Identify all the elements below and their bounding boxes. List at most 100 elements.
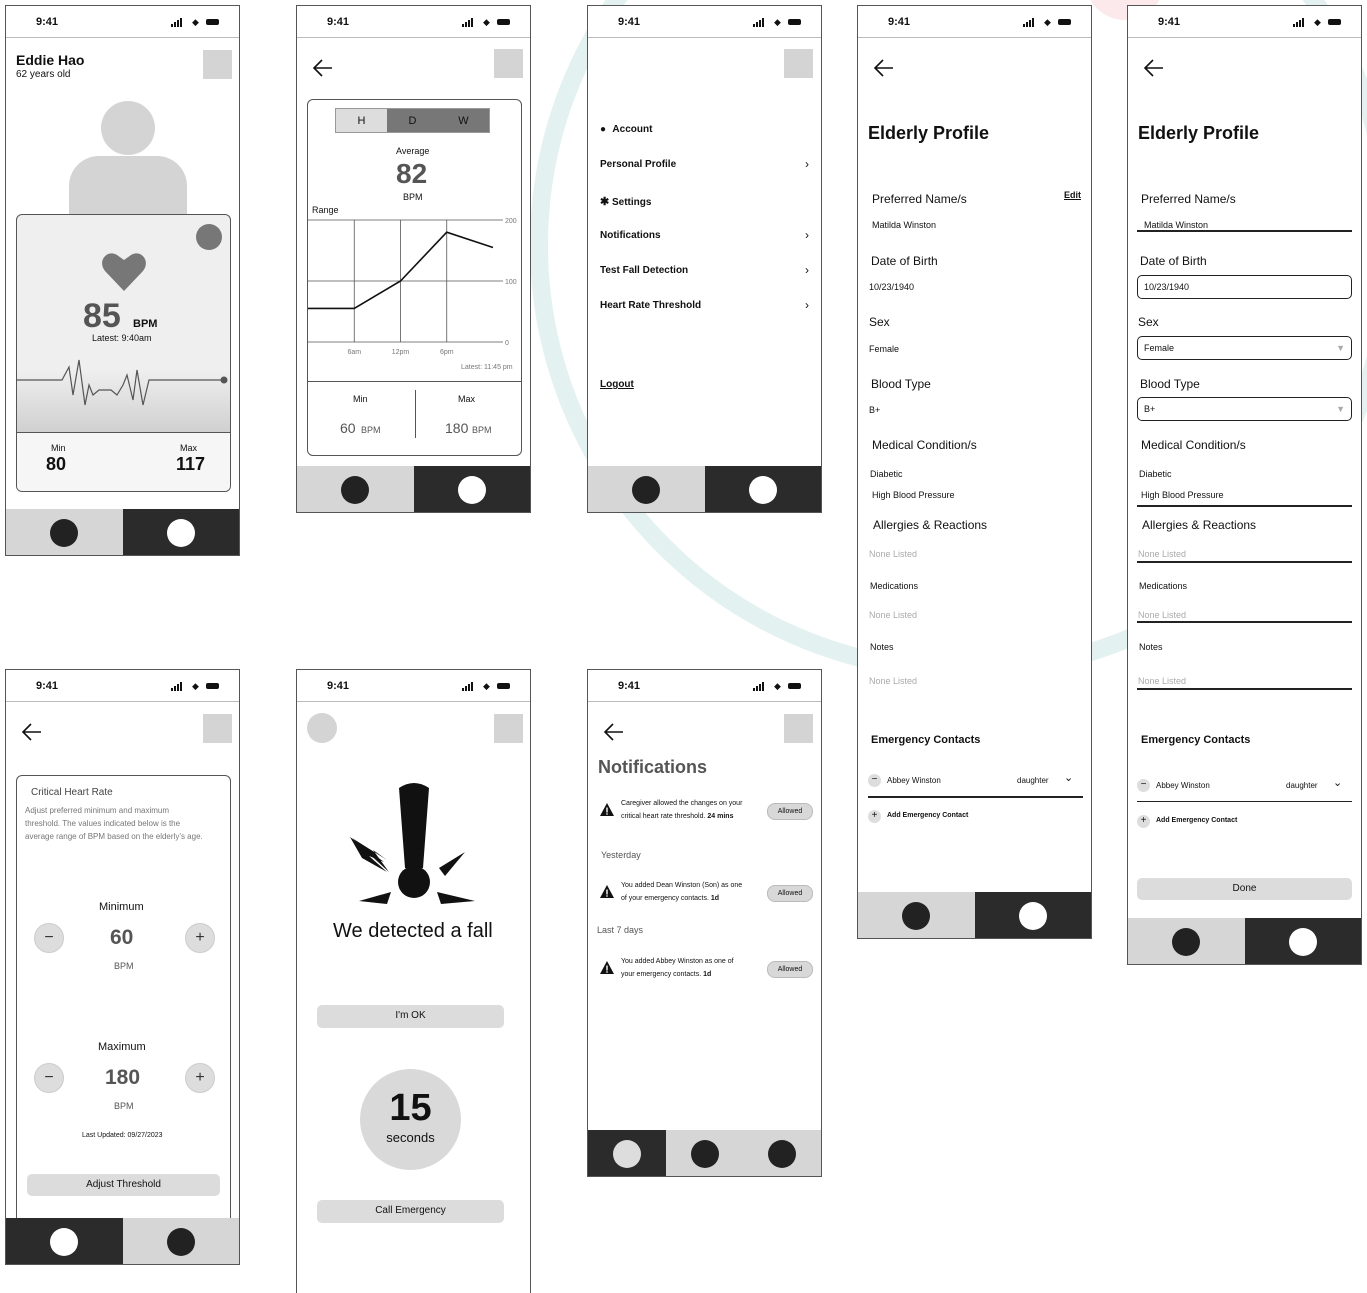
nav-tab-3[interactable] bbox=[743, 1130, 821, 1176]
chevron-down-icon[interactable]: ⌄ bbox=[1064, 771, 1073, 784]
logout-link[interactable]: Logout bbox=[600, 379, 809, 390]
nav-tab-1[interactable] bbox=[588, 1130, 666, 1176]
notification-1-text: critical heart rate threshold. bbox=[621, 813, 706, 820]
nav-tab-2[interactable] bbox=[665, 1130, 744, 1176]
status-time: 9:41 bbox=[36, 680, 59, 692]
dob-input[interactable]: 10/23/1940 bbox=[1137, 275, 1352, 299]
menu-hr-threshold[interactable]: Heart Rate Threshold › bbox=[600, 298, 809, 312]
nav-tab-home[interactable] bbox=[858, 892, 975, 938]
call-emergency-button[interactable]: Call Emergency bbox=[317, 1200, 504, 1223]
medical-input-1[interactable]: Diabetic bbox=[1139, 469, 1172, 479]
nav-tab-menu[interactable] bbox=[704, 466, 821, 512]
fall-detected-screen: 9:41 ◆ We detected a fall I'm OK 15 seco… bbox=[296, 669, 531, 1293]
preferred-name-input[interactable]: Matilda Winston bbox=[1144, 220, 1208, 230]
status-time: 9:41 bbox=[888, 16, 911, 28]
nav-tab-menu[interactable] bbox=[122, 1218, 239, 1264]
allergies-label: Allergies & Reactions bbox=[1142, 518, 1257, 532]
chevron-down-icon[interactable]: ⌄ bbox=[1333, 776, 1342, 789]
back-arrow-icon[interactable] bbox=[20, 720, 44, 744]
nav-tab-home[interactable] bbox=[588, 466, 705, 512]
status-icons: ◆ bbox=[1293, 16, 1343, 28]
bottom-nav bbox=[588, 466, 821, 512]
profile-photo-placeholder[interactable] bbox=[784, 714, 813, 743]
avatar-placeholder[interactable] bbox=[307, 713, 337, 743]
adjust-threshold-button[interactable]: Adjust Threshold bbox=[27, 1174, 220, 1196]
min-value: 80 bbox=[46, 454, 67, 474]
bpm-unit: BPM bbox=[133, 318, 158, 330]
back-arrow-icon[interactable] bbox=[872, 56, 896, 80]
status-icons: ◆ bbox=[753, 16, 803, 28]
history-card: H D W Average 82 BPM Range 200 100 0 6am 12p… bbox=[307, 99, 522, 456]
nav-tab-home[interactable] bbox=[1128, 918, 1245, 964]
done-button[interactable]: Done bbox=[1137, 878, 1352, 900]
back-arrow-icon[interactable] bbox=[311, 56, 335, 80]
nav-menu-icon bbox=[166, 1228, 195, 1256]
add-contact-link[interactable]: Add Emergency Contact bbox=[887, 812, 968, 819]
nav-tab-menu[interactable] bbox=[122, 509, 239, 555]
contact-remove-icon[interactable]: − bbox=[1137, 779, 1150, 792]
battery-icon bbox=[788, 683, 801, 689]
menu-test-fall[interactable]: Test Fall Detection › bbox=[600, 263, 809, 277]
maximum-increase-button[interactable]: + bbox=[185, 1063, 215, 1093]
notification-1-time: 24 mins bbox=[707, 813, 734, 820]
add-contact-link[interactable]: Add Emergency Contact bbox=[1156, 817, 1237, 824]
sex-select[interactable]: Female ▼ bbox=[1137, 336, 1352, 360]
nav-tab-menu[interactable] bbox=[413, 466, 530, 512]
maximum-decrease-button[interactable]: − bbox=[34, 1063, 64, 1093]
range-tabs: H D W bbox=[335, 108, 490, 133]
nav-tab-home[interactable] bbox=[6, 1218, 123, 1264]
notification-2-line2: of your emergency contacts. 1d bbox=[621, 895, 719, 902]
ecg-waveform bbox=[17, 359, 228, 406]
contact-remove-icon[interactable]: − bbox=[868, 774, 881, 787]
average-unit: BPM bbox=[403, 192, 423, 202]
sex-label: Sex bbox=[869, 315, 890, 329]
nav-tab-menu[interactable] bbox=[1244, 918, 1361, 964]
menu-notifications[interactable]: Notifications › bbox=[600, 228, 809, 242]
nav-tab-menu[interactable] bbox=[974, 892, 1091, 938]
wifi-icon: ◆ bbox=[774, 681, 781, 691]
maximum-label: Maximum bbox=[98, 1041, 146, 1053]
im-ok-button[interactable]: I'm OK bbox=[317, 1005, 504, 1028]
notes-input[interactable]: None Listed bbox=[1138, 676, 1186, 686]
status-time: 9:41 bbox=[618, 16, 641, 28]
threshold-screen: 9:41 ◆ Critical Heart Rate Adjust prefer… bbox=[5, 669, 240, 1265]
back-arrow-icon[interactable] bbox=[1142, 56, 1166, 80]
add-contact-icon[interactable]: + bbox=[1137, 815, 1150, 828]
allowed-badge[interactable]: Allowed bbox=[767, 803, 813, 820]
notes-value: None Listed bbox=[869, 676, 918, 686]
tab-week[interactable]: W bbox=[438, 109, 489, 132]
medications-input[interactable]: None Listed bbox=[1138, 610, 1186, 620]
wifi-icon: ◆ bbox=[774, 17, 781, 27]
menu-personal-profile[interactable]: Personal Profile › bbox=[600, 157, 809, 171]
minimum-unit: BPM bbox=[114, 961, 134, 971]
minimum-decrease-button[interactable]: − bbox=[34, 923, 64, 953]
profile-photo-placeholder[interactable] bbox=[784, 49, 813, 78]
profile-photo-placeholder[interactable] bbox=[203, 714, 232, 743]
profile-photo-placeholder[interactable] bbox=[203, 50, 232, 79]
nav-tab-home[interactable] bbox=[6, 509, 123, 555]
notification-1-line2: critical heart rate threshold. 24 mins bbox=[621, 813, 733, 820]
status-indicator[interactable] bbox=[196, 224, 222, 250]
minimum-increase-button[interactable]: + bbox=[185, 923, 215, 953]
home-screen: 9:41 ◆ Eddie Hao 62 years old 85 BPM Lat… bbox=[5, 5, 240, 556]
preferred-name-label: Preferred Name/s bbox=[1141, 192, 1236, 206]
user-name: Eddie Hao bbox=[16, 52, 85, 68]
medical-underline bbox=[1137, 505, 1352, 507]
medical-input-2[interactable]: High Blood Pressure bbox=[1141, 490, 1224, 500]
nav-tab-home[interactable] bbox=[297, 466, 414, 512]
edit-link[interactable]: Edit bbox=[1064, 190, 1081, 200]
heart-rate-chart: 200 100 0 6am 12pm 6pm bbox=[308, 218, 517, 356]
back-arrow-icon[interactable] bbox=[602, 720, 626, 744]
allowed-badge[interactable]: Allowed bbox=[767, 885, 813, 902]
allowed-badge[interactable]: Allowed bbox=[767, 961, 813, 978]
tab-day[interactable]: D bbox=[387, 109, 438, 132]
allergies-input[interactable]: None Listed bbox=[1138, 549, 1186, 559]
profile-photo-placeholder[interactable] bbox=[494, 714, 523, 743]
max-label: Max bbox=[180, 443, 198, 453]
chart-latest: Latest: 11:45 pm bbox=[461, 364, 513, 371]
tab-hour[interactable]: H bbox=[336, 109, 387, 132]
status-bar: 9:41 ◆ bbox=[588, 670, 821, 702]
profile-photo-placeholder[interactable] bbox=[494, 49, 523, 78]
blood-type-select[interactable]: B+ ▼ bbox=[1137, 397, 1352, 421]
add-contact-icon[interactable]: + bbox=[868, 810, 881, 823]
